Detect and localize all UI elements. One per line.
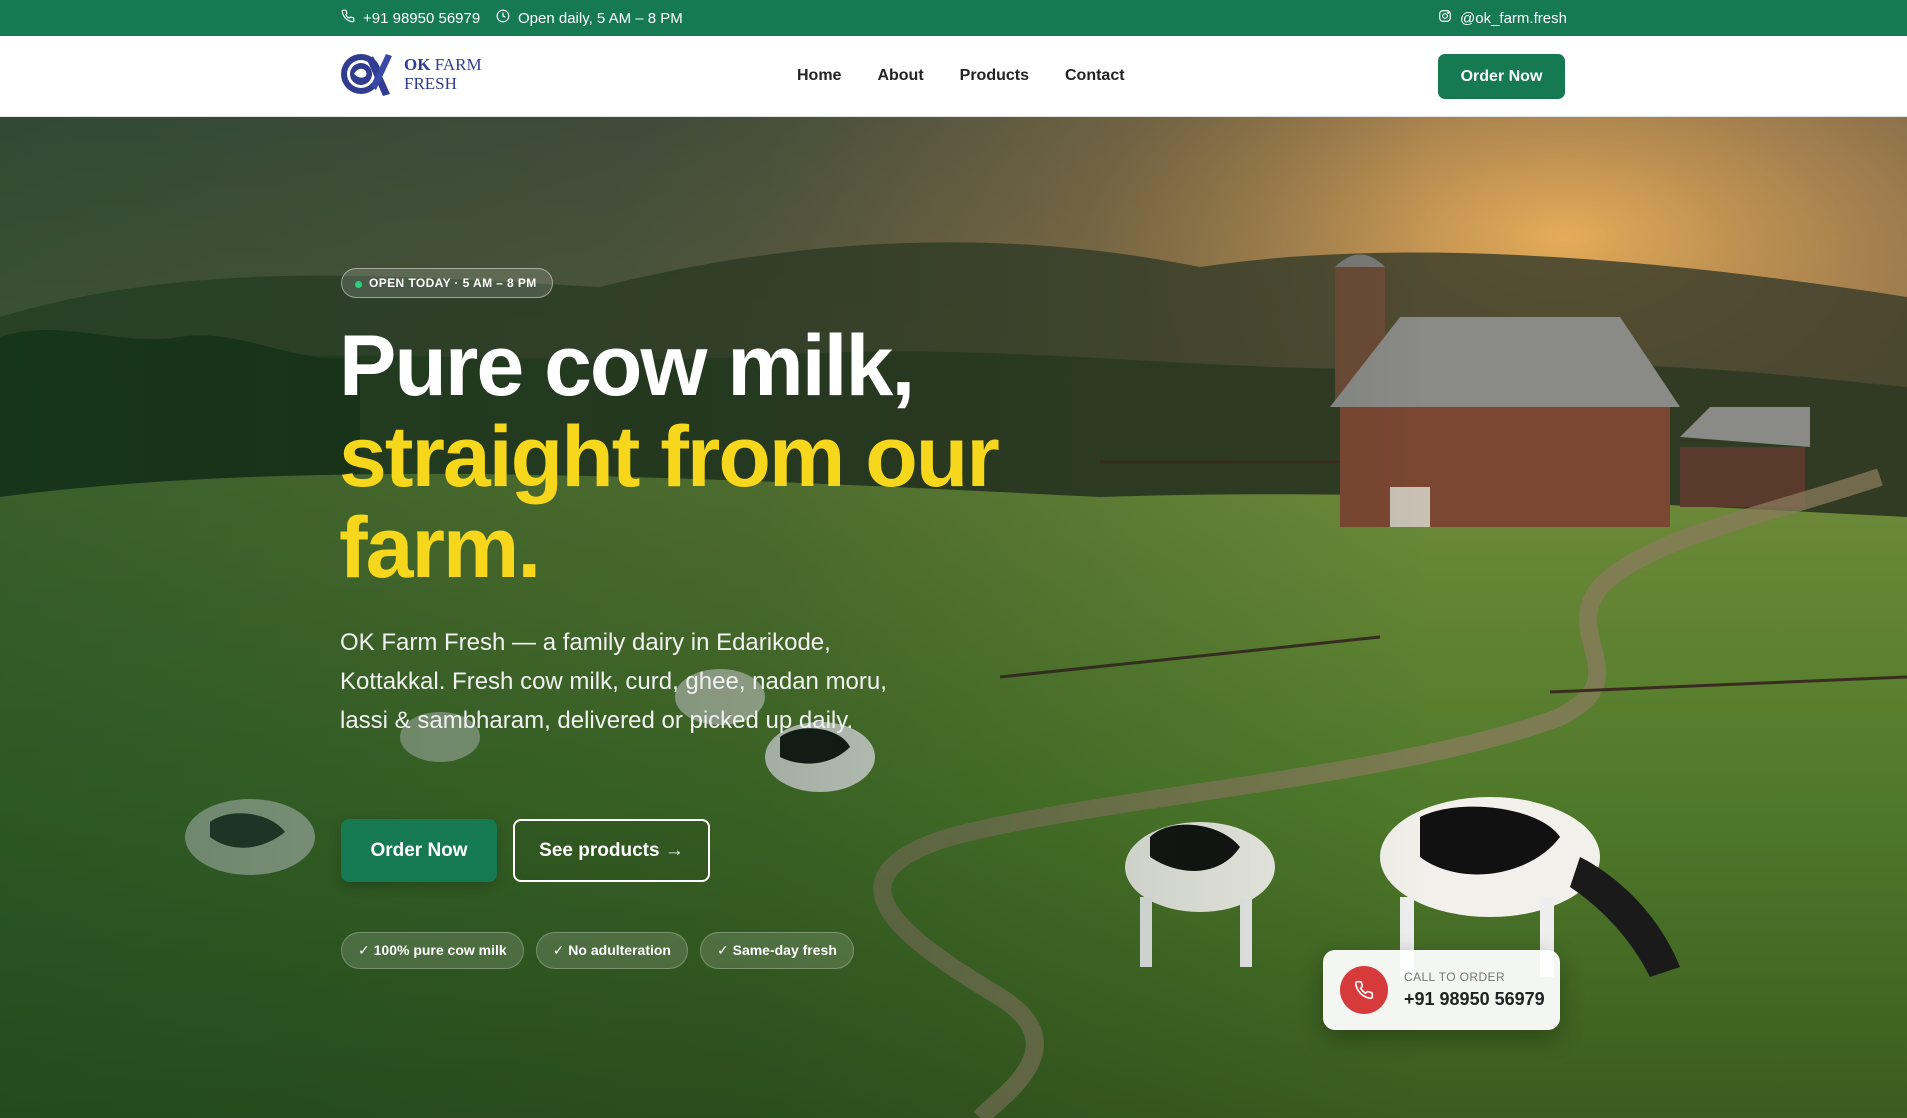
open-today-text: OPEN TODAY · 5 AM – 8 PM <box>369 276 537 290</box>
top-bar: +91 98950 56979 Open daily, 5 AM – 8 PM … <box>0 0 1907 36</box>
topbar-phone[interactable]: +91 98950 56979 <box>341 0 480 36</box>
see-products-button[interactable]: See products → <box>513 819 710 882</box>
brand-name: OK FARM FRESH <box>404 55 482 93</box>
badge-no-adulteration: ✓ No adulteration <box>535 932 688 969</box>
clock-icon <box>496 9 510 27</box>
hero-section: OPEN TODAY · 5 AM – 8 PM Pure cow milk, … <box>0 117 1907 1118</box>
topbar-instagram-text: @ok_farm.fresh <box>1460 9 1567 27</box>
nav-link-products[interactable]: Products <box>960 67 1029 85</box>
phone-call-icon <box>1340 966 1388 1014</box>
nav-links: Home About Products Contact <box>797 36 1125 116</box>
badge-same-day: ✓ Same-day fresh <box>699 932 854 969</box>
brand-name-bold: OK <box>404 55 431 74</box>
status-dot <box>355 281 362 288</box>
hero-order-now-button[interactable]: Order Now <box>341 819 497 882</box>
topbar-hours: Open daily, 5 AM – 8 PM <box>496 0 683 36</box>
hero-overlay <box>0 117 1907 1118</box>
logo-emblem <box>340 50 398 98</box>
hero-description: OK Farm Fresh — a family dairy in Edarik… <box>340 629 887 734</box>
main-nav: OK FARM FRESH Home About Products Contac… <box>0 36 1907 117</box>
brand-logo[interactable]: OK FARM FRESH <box>340 50 482 98</box>
badge-pure-milk: ✓ 100% pure cow milk <box>341 932 524 969</box>
nav-link-contact[interactable]: Contact <box>1065 67 1125 85</box>
topbar-instagram[interactable]: @ok_farm.fresh <box>1438 0 1567 36</box>
instagram-icon <box>1438 9 1452 27</box>
nav-link-home[interactable]: Home <box>797 67 841 85</box>
headline-highlight: straight from our farm. <box>339 409 1000 596</box>
nav-link-about[interactable]: About <box>877 67 923 85</box>
call-label: CALL TO ORDER <box>1404 970 1506 984</box>
brand-name-rest: FARM <box>430 55 482 74</box>
brand-name-line2: FRESH <box>404 74 457 93</box>
phone-icon <box>341 9 355 27</box>
nav-order-now-button[interactable]: Order Now <box>1438 54 1565 99</box>
open-today-pill: OPEN TODAY · 5 AM – 8 PM <box>341 268 553 298</box>
headline-part1: Pure cow milk, <box>339 318 915 414</box>
topbar-hours-text: Open daily, 5 AM – 8 PM <box>518 9 683 27</box>
topbar-phone-text: +91 98950 56979 <box>363 9 481 27</box>
trust-badges: ✓ 100% pure cow milk ✓ No adulteration ✓… <box>341 932 854 969</box>
hero-headline: Pure cow milk, straight from our farm. <box>339 321 1039 594</box>
call-to-order-card[interactable]: CALL TO ORDER +91 98950 56979 <box>1323 950 1560 1030</box>
call-number: +91 98950 56979 <box>1404 989 1545 1009</box>
